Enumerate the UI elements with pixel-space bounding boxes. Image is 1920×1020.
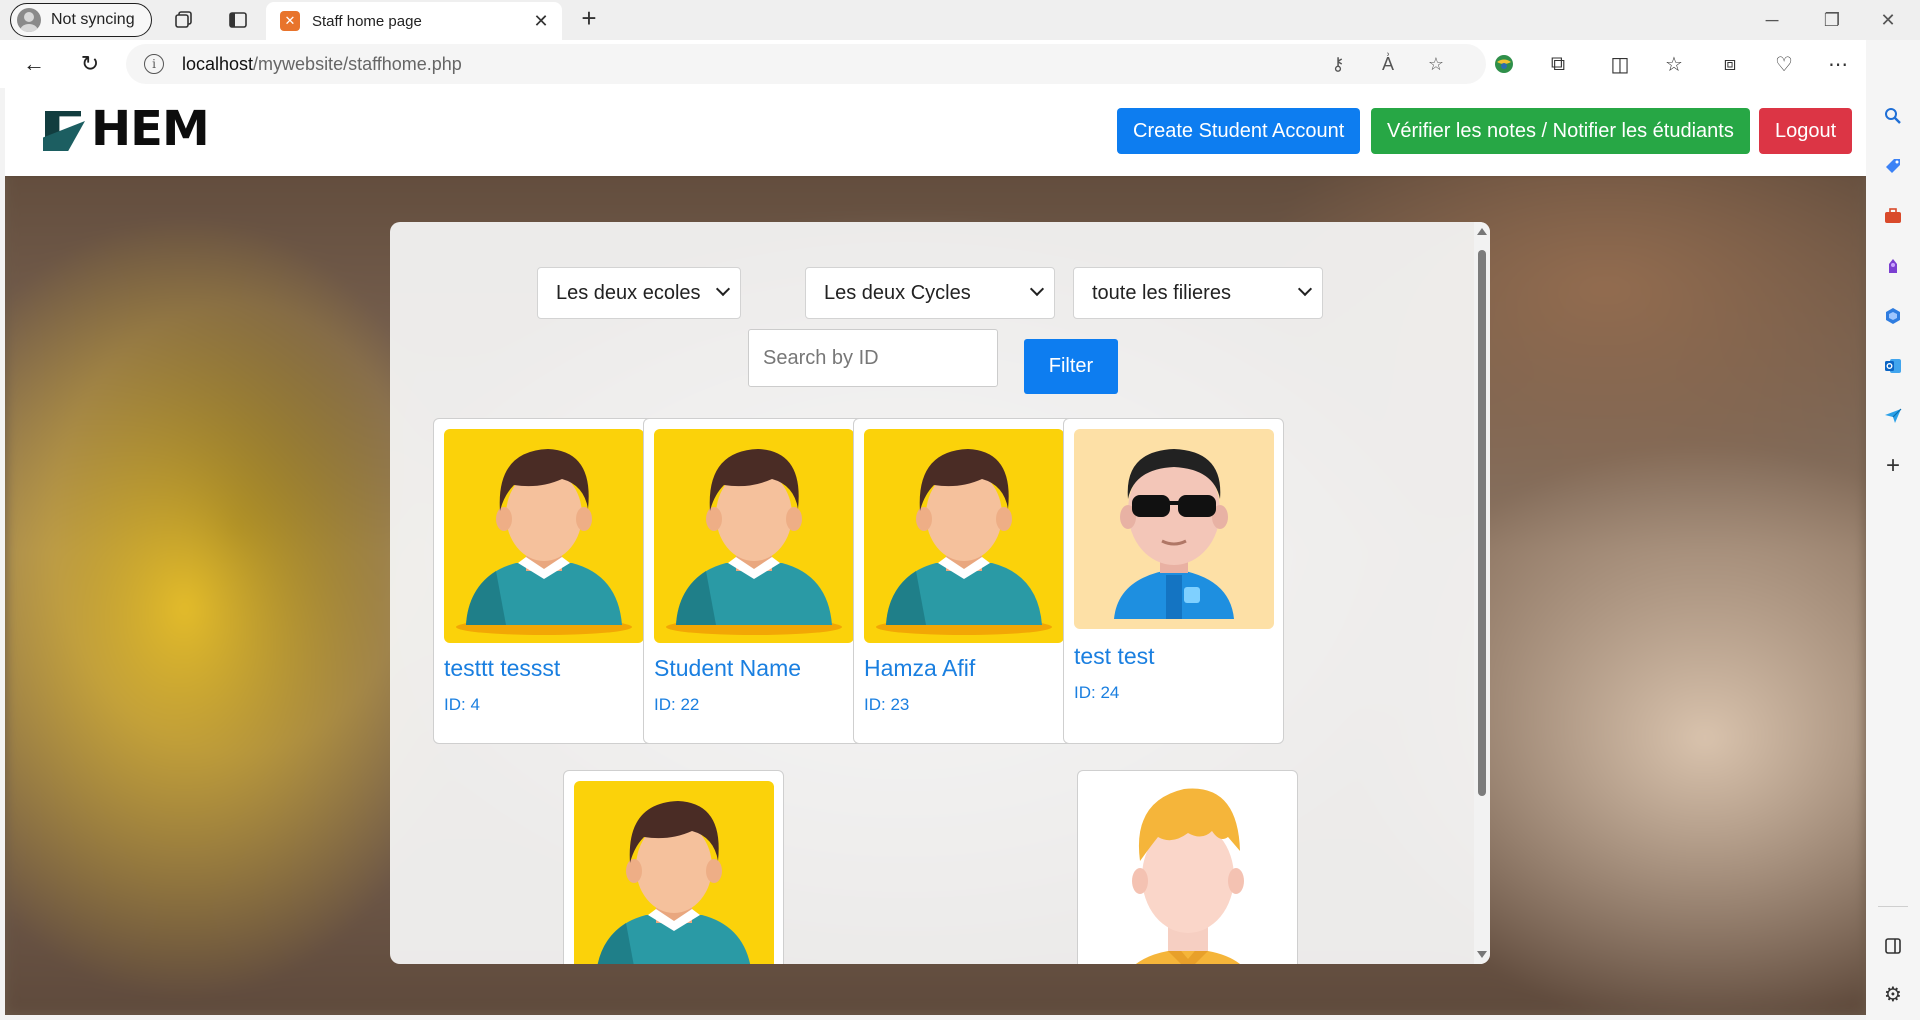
student-id: ID: 23 [864,695,910,714]
logo-text: HEM [91,101,210,157]
xampp-favicon-icon: ✕ [280,11,300,31]
collections-icon[interactable]: ⧈ [1716,50,1744,78]
panel-scrollbar[interactable] [1474,222,1490,964]
chevron-down-icon [1297,281,1313,297]
profile-avatar-icon [17,8,41,32]
student-name[interactable]: Hamza Afif [864,655,975,682]
male-avatar-icon [597,801,750,964]
extensions-icon[interactable]: ⧉ [1544,50,1572,78]
site-info-icon[interactable]: i [144,54,164,74]
sidebar-divider [1878,906,1908,907]
blond-avatar-icon [1132,788,1244,964]
student-card[interactable]: Hamza Afif ID: 23 [853,418,1074,744]
student-card[interactable]: Student Name ID: 22 [643,418,864,744]
profile-button[interactable]: Not syncing [10,3,152,37]
student-id: ID: 24 [1074,683,1120,702]
ecole-select[interactable]: Les deux ecoles [537,267,741,319]
browser-tab-bar: Not syncing ✕ Staff home page ✕ + ─ ❐ ✕ [0,0,1920,40]
filter-button[interactable]: Filter [1024,339,1118,394]
globe-extension-icon[interactable] [1490,50,1518,78]
student-name[interactable]: test test [1074,643,1155,670]
browser-essentials-icon[interactable]: ♡ [1770,50,1798,78]
filiere-select-value: toute les filieres [1092,281,1231,304]
student-photo [574,781,774,964]
3d-avatar-sunglasses-icon [1114,449,1234,619]
students-panel: Les deux ecoles Les deux Cycles toute le… [390,222,1490,964]
page-viewport: HEM Create Student Account Vérifier les … [5,88,1866,1015]
more-options-icon[interactable]: ⋯ [1824,50,1852,78]
student-card[interactable] [1077,770,1298,964]
restore-icon[interactable]: ❐ [1812,6,1852,34]
key-icon[interactable]: ⚷ [1326,52,1350,76]
verify-notes-button[interactable]: Vérifier les notes / Notifier les étudia… [1371,108,1750,154]
filiere-select[interactable]: toute les filieres [1073,267,1323,319]
browser-address-bar: ← ↻ i localhost/mywebsite/staffhome.php … [0,40,1920,88]
url-host: localhost [182,53,254,74]
url-path: /mywebsite/staffhome.php [253,53,462,74]
scroll-thumb[interactable] [1478,250,1486,796]
split-screen-icon[interactable]: ◫ [1606,50,1634,78]
new-tab-icon[interactable]: + [576,5,602,32]
ecole-select-value: Les deux ecoles [556,281,701,304]
student-photo [1074,429,1274,629]
site-header: HEM Create Student Account Vérifier les … [5,88,1866,176]
sidebar-tools-icon[interactable] [1879,202,1907,230]
logout-button[interactable]: Logout [1759,108,1853,154]
sidebar-add-icon[interactable]: + [1879,452,1907,480]
male-avatar-icon [666,449,842,635]
favorites-icon[interactable]: ☆ [1660,50,1688,78]
sidebar-search-icon[interactable] [1879,102,1907,130]
sidebar-outlook-icon[interactable] [1879,352,1907,380]
sidebar-settings-gear-icon[interactable]: ⚙ [1879,980,1907,1008]
refresh-icon[interactable]: ↻ [76,50,104,78]
student-id: ID: 22 [654,695,700,714]
male-avatar-icon [456,449,632,635]
student-name[interactable]: testtt tessst [444,655,560,682]
close-tab-icon[interactable]: ✕ [530,10,552,32]
student-photo [444,429,644,643]
chevron-down-icon [1029,281,1045,297]
sidebar-m365-icon[interactable] [1879,302,1907,330]
edge-sidebar: + ⚙ [1866,40,1920,1020]
student-photo [1088,781,1288,964]
sidebar-games-icon[interactable] [1879,252,1907,280]
sidebar-shopping-icon[interactable] [1879,152,1907,180]
student-id: ID: 4 [444,695,480,714]
hem-logo-mark-icon [43,107,85,151]
tab-actions-icon[interactable] [226,8,250,32]
sidebar-hide-icon[interactable] [1879,932,1907,960]
active-tab[interactable]: ✕ Staff home page ✕ [266,2,562,40]
read-aloud-icon[interactable]: A͗ [1376,52,1400,76]
student-card[interactable] [563,770,784,964]
cycle-select[interactable]: Les deux Cycles [805,267,1055,319]
sidebar-send-icon[interactable] [1879,402,1907,430]
student-name[interactable]: Student Name [654,655,801,682]
favorite-star-icon[interactable]: ☆ [1424,52,1448,76]
student-photo [864,429,1064,643]
workspaces-icon[interactable] [172,8,196,32]
url-field[interactable]: i localhost/mywebsite/staffhome.php ⚷ A͗… [126,44,1486,84]
male-avatar-icon [876,449,1052,635]
tab-title: Staff home page [312,12,422,30]
profile-label: Not syncing [51,11,135,28]
student-card[interactable]: test test ID: 24 [1063,418,1284,744]
scroll-down-icon[interactable] [1477,951,1487,958]
chevron-down-icon [715,281,731,297]
close-window-icon[interactable]: ✕ [1868,6,1908,34]
student-card[interactable]: testtt tessst ID: 4 [433,418,654,744]
minimize-icon[interactable]: ─ [1752,6,1792,34]
search-id-input[interactable] [748,329,998,387]
cycle-select-value: Les deux Cycles [824,281,971,304]
hem-logo[interactable]: HEM [43,101,210,157]
back-icon[interactable]: ← [20,50,48,78]
scroll-up-icon[interactable] [1477,228,1487,235]
student-photo [654,429,854,643]
create-student-account-button[interactable]: Create Student Account [1117,108,1361,154]
